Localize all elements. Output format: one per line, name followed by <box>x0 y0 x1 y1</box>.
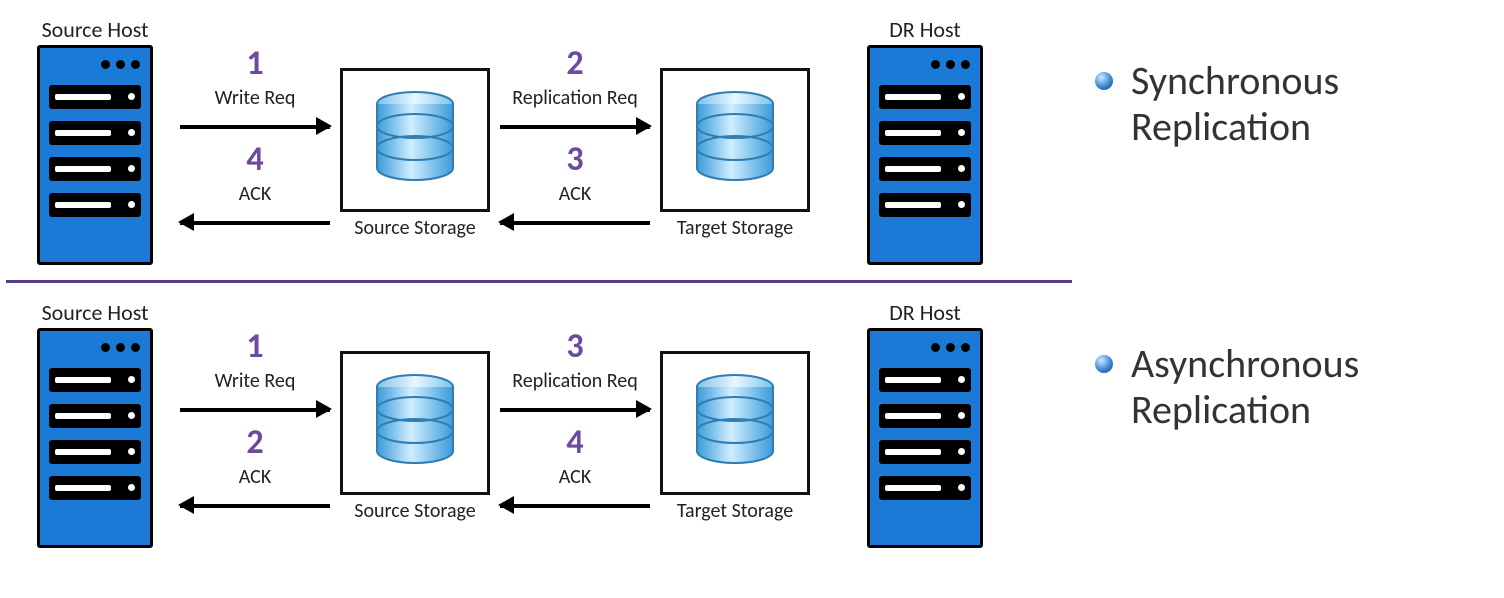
source-storage: Source Storage <box>340 68 490 240</box>
server-icon <box>37 45 153 265</box>
arrow-left-icon <box>500 213 650 231</box>
step-label: Replication Req <box>490 87 660 109</box>
source-host-label: Source Host <box>42 16 149 43</box>
step-label: ACK <box>170 466 340 488</box>
step-label: ACK <box>490 466 660 488</box>
server-icon <box>37 328 153 548</box>
source-storage: Source Storage <box>340 351 490 523</box>
source-storage-label: Source Storage <box>354 216 475 240</box>
arrow-right-icon <box>500 400 650 418</box>
bullet-icon <box>1095 355 1113 373</box>
step-number: 2 <box>170 426 340 460</box>
target-storage: Target Storage <box>660 68 810 240</box>
caption-line1: Synchronous <box>1131 58 1339 104</box>
async-caption: Asynchronous Replication <box>1095 341 1359 433</box>
step-number: 3 <box>490 143 660 177</box>
dr-host: DR Host <box>850 16 1000 265</box>
source-host: Source Host <box>20 16 170 265</box>
arrow-left-icon <box>180 213 330 231</box>
arrows-host-to-source-storage: 1 Write Req 2 ACK <box>170 323 340 523</box>
step-number: 1 <box>170 47 340 81</box>
step-number: 3 <box>490 330 660 364</box>
step-label: ACK <box>490 183 660 205</box>
step-label: Write Req <box>170 87 340 109</box>
arrow-left-icon <box>180 496 330 514</box>
sync-caption: Synchronous Replication <box>1095 58 1339 150</box>
database-icon <box>373 90 457 190</box>
sync-diagram: Source Host 1 Write Req 4 ACK Source Sto… <box>0 0 1504 280</box>
arrows-source-to-target-storage: 2 Replication Req 3 ACK <box>490 40 660 240</box>
target-storage-label: Target Storage <box>677 216 793 240</box>
server-icon <box>867 328 983 548</box>
arrow-left-icon <box>500 496 650 514</box>
step-number: 1 <box>170 330 340 364</box>
database-icon <box>693 90 777 190</box>
caption-line1: Asynchronous <box>1131 341 1359 387</box>
database-icon <box>373 373 457 473</box>
step-number: 4 <box>170 143 340 177</box>
arrows-host-to-source-storage: 1 Write Req 4 ACK <box>170 40 340 240</box>
dr-host-label: DR Host <box>889 16 961 43</box>
source-host-label: Source Host <box>42 299 149 326</box>
caption-line2: Replication <box>1131 104 1339 150</box>
step-label: Replication Req <box>490 370 660 392</box>
arrow-right-icon <box>180 117 330 135</box>
step-label: ACK <box>170 183 340 205</box>
arrow-right-icon <box>180 400 330 418</box>
step-number: 4 <box>490 426 660 460</box>
dr-host: DR Host <box>850 299 1000 548</box>
caption-line2: Replication <box>1131 387 1359 433</box>
step-label: Write Req <box>170 370 340 392</box>
source-storage-label: Source Storage <box>354 499 475 523</box>
arrows-source-to-target-storage: 3 Replication Req 4 ACK <box>490 323 660 523</box>
server-icon <box>867 45 983 265</box>
arrow-right-icon <box>500 117 650 135</box>
bullet-icon <box>1095 72 1113 90</box>
dr-host-label: DR Host <box>889 299 961 326</box>
target-storage: Target Storage <box>660 351 810 523</box>
database-icon <box>693 373 777 473</box>
source-host: Source Host <box>20 299 170 548</box>
async-diagram: Source Host 1 Write Req 2 ACK Source Sto… <box>0 283 1504 563</box>
step-number: 2 <box>490 47 660 81</box>
target-storage-label: Target Storage <box>677 499 793 523</box>
